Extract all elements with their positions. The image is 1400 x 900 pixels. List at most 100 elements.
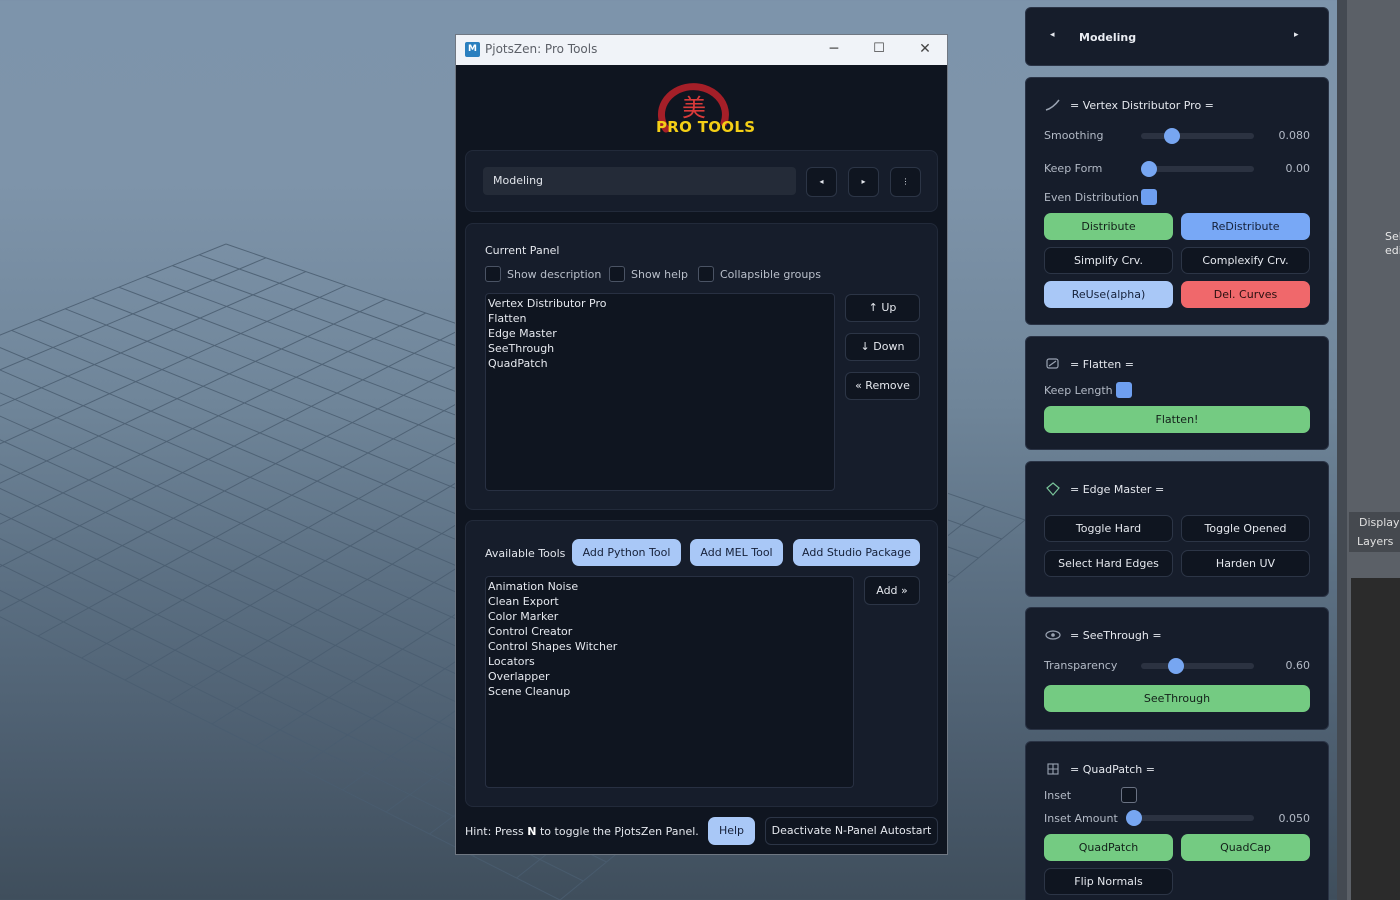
even-distribution-checkbox[interactable] xyxy=(1141,189,1157,205)
list-item[interactable]: Control Shapes Witcher xyxy=(488,639,851,654)
list-item[interactable]: Color Marker xyxy=(488,609,851,624)
reuse-button[interactable]: ReUse(alpha) xyxy=(1044,281,1173,308)
simplify-curve-button[interactable]: Simplify Crv. xyxy=(1044,247,1173,274)
list-item[interactable]: Overlapper xyxy=(488,669,851,684)
quadpatch-button[interactable]: QuadPatch xyxy=(1044,834,1173,861)
list-item[interactable]: Edge Master xyxy=(488,326,832,341)
edge-master-header[interactable]: = Edge Master = xyxy=(1044,482,1164,496)
list-item[interactable]: Locators xyxy=(488,654,851,669)
maya-display-tab[interactable]: Display xyxy=(1359,516,1400,529)
delete-curves-button[interactable]: Del. Curves xyxy=(1181,281,1310,308)
list-item[interactable]: SeeThrough xyxy=(488,341,832,356)
maya-layers-tab[interactable]: Layers xyxy=(1357,535,1393,548)
slider-knob[interactable] xyxy=(1126,810,1142,826)
list-item[interactable]: Scene Cleanup xyxy=(488,684,851,699)
quadpatch-card: = QuadPatch = Inset Inset Amount 0.050 Q… xyxy=(1025,741,1329,900)
toggle-hard-button[interactable]: Toggle Hard xyxy=(1044,515,1173,542)
add-tool-button[interactable]: Add » xyxy=(864,576,920,605)
list-item[interactable]: Control Creator xyxy=(488,624,851,639)
flatten-title: = Flatten = xyxy=(1070,357,1134,371)
preset-menu-button[interactable]: ⋮ xyxy=(890,167,921,197)
show-description-checkbox[interactable]: Show description xyxy=(485,266,601,282)
add-mel-tool-button[interactable]: Add MEL Tool xyxy=(690,539,783,566)
quadpatch-header[interactable]: = QuadPatch = xyxy=(1044,762,1155,776)
npanel-preset-label: Modeling xyxy=(1079,31,1137,44)
keep-length-checkbox[interactable] xyxy=(1116,382,1132,398)
list-item[interactable]: Flatten xyxy=(488,311,832,326)
list-item[interactable]: QuadPatch xyxy=(488,356,832,371)
toggle-opened-button[interactable]: Toggle Opened xyxy=(1181,515,1310,542)
maya-layer-area xyxy=(1351,578,1400,900)
keep-form-label: Keep Form xyxy=(1044,162,1103,175)
minimize-button[interactable]: ─ xyxy=(812,35,856,65)
keep-form-slider[interactable] xyxy=(1141,161,1254,177)
vertex-distributor-header[interactable]: = Vertex Distributor Pro = xyxy=(1044,98,1214,112)
slider-knob[interactable] xyxy=(1164,128,1181,144)
vertex-distributor-card: = Vertex Distributor Pro = Smoothing 0.0… xyxy=(1025,77,1329,325)
collapsible-groups-checkbox[interactable]: Collapsible groups xyxy=(698,266,821,282)
current-panel-section: Current Panel Show description Show help… xyxy=(465,223,938,510)
slider-knob[interactable] xyxy=(1141,161,1157,177)
move-up-button[interactable]: ↑ Up xyxy=(845,294,920,322)
seethrough-header[interactable]: = SeeThrough = xyxy=(1044,628,1162,642)
slider-knob[interactable] xyxy=(1168,658,1185,674)
seethrough-title: = SeeThrough = xyxy=(1070,628,1162,642)
add-python-tool-button[interactable]: Add Python Tool xyxy=(572,539,681,566)
move-down-button[interactable]: ↓ Down xyxy=(845,333,920,361)
help-button[interactable]: Help xyxy=(708,817,755,845)
flip-normals-button[interactable]: Flip Normals xyxy=(1044,868,1173,895)
quadcap-button[interactable]: QuadCap xyxy=(1181,834,1310,861)
close-button[interactable]: ✕ xyxy=(903,35,947,65)
preset-dropdown[interactable]: Modeling xyxy=(483,167,796,195)
flatten-button[interactable]: Flatten! xyxy=(1044,406,1310,433)
smoothing-slider[interactable] xyxy=(1141,128,1254,144)
inset-amount-label: Inset Amount xyxy=(1044,812,1118,825)
inset-amount-value: 0.050 xyxy=(1278,812,1311,825)
available-tools-list[interactable]: Animation Noise Clean Export Color Marke… xyxy=(485,576,854,788)
flatten-header[interactable]: = Flatten = xyxy=(1044,357,1134,371)
harden-uv-button[interactable]: Harden UV xyxy=(1181,550,1310,577)
list-item[interactable]: Vertex Distributor Pro xyxy=(488,296,832,311)
vertex-distributor-title: = Vertex Distributor Pro = xyxy=(1070,98,1214,112)
maya-select-text: Sel edi xyxy=(1385,230,1400,258)
available-tools-title: Available Tools xyxy=(485,547,566,560)
grid-icon xyxy=(1047,763,1059,775)
flatten-icon xyxy=(1046,358,1059,369)
redistribute-button[interactable]: ReDistribute xyxy=(1181,213,1310,240)
preset-selector-panel: Modeling ◂ ▸ ⋮ xyxy=(465,150,938,212)
diamond-icon xyxy=(1046,482,1060,496)
hint-suffix: to toggle the PjotsZen Panel. xyxy=(536,825,699,838)
distribute-button[interactable]: Distribute xyxy=(1044,213,1173,240)
show-help-checkbox[interactable]: Show help xyxy=(609,266,688,282)
pro-tools-window: M PjotsZen: Pro Tools ─ ☐ ✕ 美 PRO TOOLS … xyxy=(455,34,948,855)
maximize-button[interactable]: ☐ xyxy=(857,35,901,65)
transparency-slider[interactable] xyxy=(1141,658,1254,674)
quadpatch-title: = QuadPatch = xyxy=(1070,762,1155,776)
transparency-value: 0.60 xyxy=(1285,659,1311,672)
checkbox-label: Show help xyxy=(631,267,688,281)
seethrough-button[interactable]: SeeThrough xyxy=(1044,685,1310,712)
inset-checkbox[interactable] xyxy=(1121,787,1137,803)
maya-app-icon: M xyxy=(465,42,480,57)
inset-amount-slider[interactable] xyxy=(1126,810,1254,826)
eye-icon xyxy=(1045,630,1061,640)
select-hard-edges-button[interactable]: Select Hard Edges xyxy=(1044,550,1173,577)
npanel-header: ◂ Modeling ▸ xyxy=(1025,7,1329,66)
current-panel-title: Current Panel xyxy=(485,244,560,257)
smoothing-label: Smoothing xyxy=(1044,129,1104,142)
next-preset-button[interactable]: ▸ xyxy=(848,167,879,197)
npanel-next-button[interactable]: ▸ xyxy=(1294,30,1299,40)
remove-button[interactable]: « Remove xyxy=(845,372,920,400)
title-bar[interactable]: M PjotsZen: Pro Tools ─ ☐ ✕ xyxy=(456,35,947,65)
transparency-label: Transparency xyxy=(1044,659,1118,672)
hint-text: Hint: Press N to toggle the PjotsZen Pan… xyxy=(465,825,699,838)
complexify-curve-button[interactable]: Complexify Crv. xyxy=(1181,247,1310,274)
edge-master-card: = Edge Master = Toggle Hard Toggle Opene… xyxy=(1025,461,1329,597)
add-studio-package-button[interactable]: Add Studio Package xyxy=(793,539,920,566)
npanel-prev-button[interactable]: ◂ xyxy=(1050,30,1055,40)
list-item[interactable]: Animation Noise xyxy=(488,579,851,594)
deactivate-autostart-button[interactable]: Deactivate N-Panel Autostart xyxy=(765,817,938,845)
prev-preset-button[interactable]: ◂ xyxy=(806,167,837,197)
list-item[interactable]: Clean Export xyxy=(488,594,851,609)
current-tools-list[interactable]: Vertex Distributor Pro Flatten Edge Mast… xyxy=(485,293,835,491)
